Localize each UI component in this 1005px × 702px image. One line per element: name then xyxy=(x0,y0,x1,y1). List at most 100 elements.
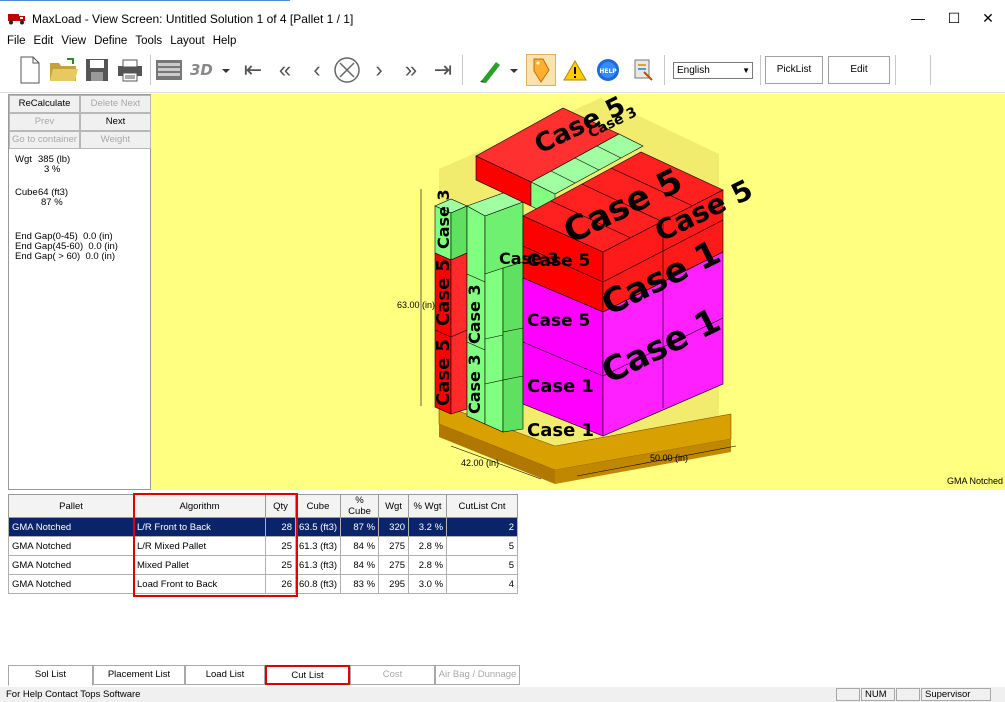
cell-wgt: 275 xyxy=(378,555,410,575)
menu-bar: File Edit View Define Tools Layout Help xyxy=(0,34,1005,50)
highlighter-icon[interactable] xyxy=(476,54,520,86)
language-select[interactable]: English ▼ xyxy=(673,62,753,79)
menu-edit[interactable]: Edit xyxy=(30,34,58,48)
col-header-wgt[interactable]: Wgt xyxy=(378,494,410,518)
cell-pct-cube: 87 % xyxy=(340,517,380,537)
title-bar: MaxLoad - View Screen: Untitled Solution… xyxy=(0,0,1005,34)
toolbar-separator xyxy=(930,55,931,85)
tab-cut-list[interactable]: Cut List xyxy=(265,665,350,685)
svg-text:Case 5: Case 5 xyxy=(433,259,454,326)
svg-text:Case 1: Case 1 xyxy=(527,376,594,397)
svg-text:Case 3: Case 3 xyxy=(465,284,484,344)
3d-view-icon[interactable]: 3D xyxy=(188,54,232,86)
col-header-pct-cube[interactable]: % Cube xyxy=(340,494,380,518)
picklist-button[interactable]: PickList xyxy=(765,56,823,84)
wgt-percent: 3 % xyxy=(44,164,61,175)
edit-button[interactable]: Edit xyxy=(828,56,890,84)
width-dimension-label: 42.00 (in) xyxy=(461,458,500,468)
status-cell-empty xyxy=(896,688,920,701)
menu-layout[interactable]: Layout xyxy=(166,34,209,48)
menu-file[interactable]: File xyxy=(0,34,30,48)
delete-next-button[interactable]: Delete Next xyxy=(80,95,151,113)
toolbar-separator xyxy=(462,55,463,85)
go-to-container-button[interactable]: Go to container xyxy=(9,131,80,149)
tab-placement-list[interactable]: Placement List xyxy=(93,665,185,685)
cell-cube: 63.5 (ft3) xyxy=(294,517,342,537)
left-panel: ReCalculate Delete Next Prev Next Go to … xyxy=(8,94,151,490)
label-icon[interactable] xyxy=(526,54,556,86)
weight-button[interactable]: Weight xyxy=(80,131,151,149)
last-icon[interactable]: ⇥ xyxy=(430,54,456,86)
cell-pallet: GMA Notched xyxy=(8,536,134,556)
status-bar: For Help Contact Tops Software NUM Super… xyxy=(0,687,1005,702)
prev-button[interactable]: Prev xyxy=(9,113,80,131)
minimize-button[interactable]: — xyxy=(902,6,934,30)
toolbar-separator xyxy=(150,55,151,85)
layout-icon[interactable] xyxy=(154,54,184,86)
maximize-button[interactable]: ☐ xyxy=(938,6,970,30)
close-button[interactable]: ✕ xyxy=(972,6,1004,30)
menu-view[interactable]: View xyxy=(57,34,90,48)
cell-pallet: GMA Notched xyxy=(8,517,134,537)
help-icon[interactable]: HELP xyxy=(594,54,622,86)
cell-cutlist-cnt: 4 xyxy=(446,574,519,594)
next-button[interactable]: Next xyxy=(80,113,151,131)
language-value: English xyxy=(677,65,710,76)
prev-icon[interactable]: ‹ xyxy=(304,54,330,86)
pallet-3d-render: Case 5 Case 3 Case 5 Case 5 Case 1 Case … xyxy=(420,94,758,484)
cell-cube: 61.3 (ft3) xyxy=(294,555,342,575)
toolbar-separator xyxy=(664,55,665,85)
algorithm-qty-highlight xyxy=(133,493,298,597)
status-cell-empty xyxy=(836,688,860,701)
next-fast-icon[interactable]: » xyxy=(398,54,424,86)
open-folder-icon[interactable] xyxy=(48,54,80,86)
pallet-3d-viewport[interactable]: Case 5 Case 3 Case 5 Case 5 Case 1 Case … xyxy=(151,94,1005,490)
svg-text:Case 3: Case 3 xyxy=(465,354,484,414)
end-gap-over-60: End Gap( > 60) 0.0 (in) xyxy=(15,251,116,262)
height-dimension-label: 63.00 (in) xyxy=(397,300,436,310)
recalculate-button[interactable]: ReCalculate xyxy=(9,95,80,113)
status-user: Supervisor xyxy=(921,688,991,701)
menu-define[interactable]: Define xyxy=(90,34,131,48)
bottom-tabs: Sol List Placement List Load List Cut Li… xyxy=(8,665,1005,686)
wgt-label: Wgt xyxy=(15,154,32,165)
cell-pct-wgt: 3.0 % xyxy=(408,574,448,594)
svg-text:Case 3: Case 3 xyxy=(434,189,453,249)
pallet-name-label: GMA Notched xyxy=(947,476,1004,486)
col-header-cutlist-cnt[interactable]: CutList Cnt xyxy=(446,494,519,518)
toolbar: 3D ⇤ « ‹ › » ⇥ HELP English ▼ PickList E… xyxy=(0,50,1005,93)
tab-air-bag-dunnage[interactable]: Air Bag / Dunnage xyxy=(435,665,520,685)
svg-text:Case 5: Case 5 xyxy=(527,311,590,331)
menu-tools[interactable]: Tools xyxy=(131,34,166,48)
cell-cutlist-cnt: 2 xyxy=(446,517,519,537)
new-file-icon[interactable] xyxy=(16,54,44,86)
svg-text:Case 1: Case 1 xyxy=(527,420,594,441)
status-num: NUM xyxy=(861,688,895,701)
depth-dimension-label: 50.00 (in) xyxy=(650,453,689,463)
col-header-pallet[interactable]: Pallet xyxy=(8,494,134,518)
prev-fast-icon[interactable]: « xyxy=(272,54,298,86)
cell-cutlist-cnt: 5 xyxy=(446,536,519,556)
save-icon[interactable] xyxy=(84,54,110,86)
warning-icon[interactable] xyxy=(562,54,588,86)
cancel-icon[interactable] xyxy=(332,54,362,86)
first-icon[interactable]: ⇤ xyxy=(240,54,266,86)
col-header-cube[interactable]: Cube xyxy=(294,494,342,518)
cell-pct-wgt: 2.8 % xyxy=(408,536,448,556)
svg-text:Case 5: Case 5 xyxy=(433,339,454,406)
cell-pallet: GMA Notched xyxy=(8,574,134,594)
cell-cube: 60.8 (ft3) xyxy=(294,574,342,594)
tab-cost[interactable]: Cost xyxy=(350,665,435,685)
tab-sol-list[interactable]: Sol List xyxy=(8,665,93,686)
cube-label: Cube xyxy=(15,187,38,198)
next-icon[interactable]: › xyxy=(366,54,392,86)
svg-text:3D: 3D xyxy=(190,61,213,79)
tab-load-list[interactable]: Load List xyxy=(185,665,265,685)
title-accent-line xyxy=(0,0,290,1)
report-icon[interactable] xyxy=(630,54,656,86)
print-icon[interactable] xyxy=(116,54,144,86)
menu-help[interactable]: Help xyxy=(209,34,241,48)
cell-cube: 61.3 (ft3) xyxy=(294,536,342,556)
cell-pct-cube: 84 % xyxy=(340,555,380,575)
col-header-pct-wgt[interactable]: % Wgt xyxy=(408,494,448,518)
